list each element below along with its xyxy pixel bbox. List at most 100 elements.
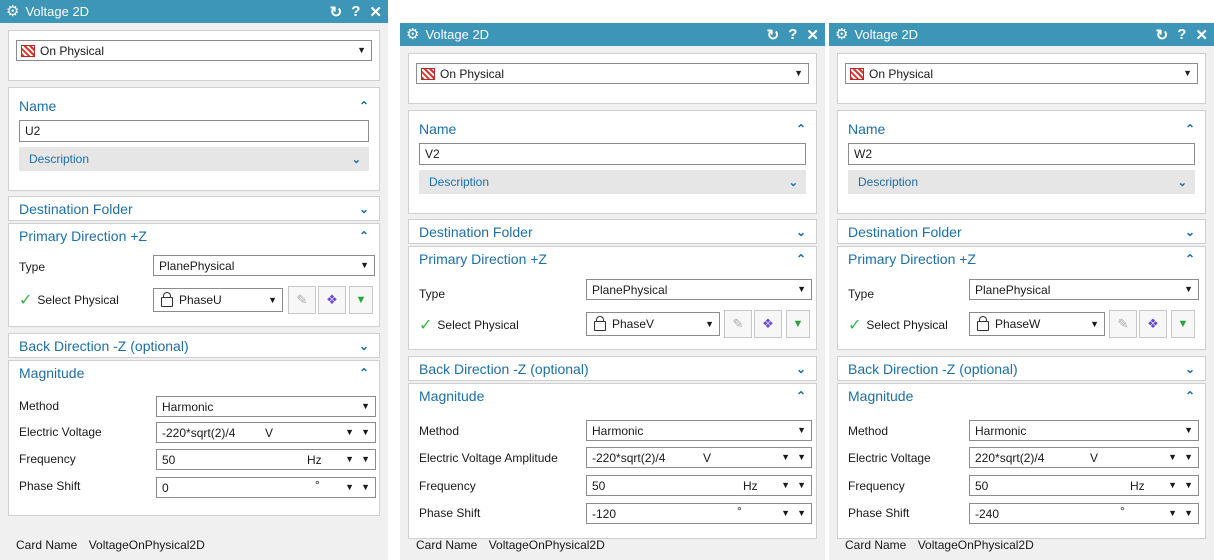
physical-icon	[850, 67, 864, 80]
reset-icon[interactable]: ↻	[767, 26, 780, 44]
chevron-down-icon[interactable]: ▼	[1184, 480, 1193, 490]
name-section-header[interactable]: Name ⌃	[419, 115, 806, 143]
card-name-row: Card Name VoltageOnPhysical2D	[416, 538, 605, 552]
frequency-input[interactable]: 50 Hz ▼ ▼	[586, 475, 812, 496]
chevron-down-icon[interactable]: ▼	[1184, 452, 1193, 462]
on-physical-dropdown[interactable]: On Physical ▼	[16, 40, 372, 61]
chevron-down-icon: ▼	[797, 425, 806, 435]
method-dropdown[interactable]: Harmonic ▼	[156, 396, 376, 417]
name-section-header[interactable]: Name ⌃	[19, 92, 369, 120]
help-icon[interactable]: ?	[788, 26, 797, 43]
expand-options-button[interactable]: ▼	[1171, 310, 1195, 338]
voltage-input[interactable]: -220*sqrt(2)/4 V ▼ ▼	[586, 447, 812, 468]
close-icon[interactable]: ✕	[1195, 26, 1208, 44]
chevron-down-icon[interactable]: ▼	[797, 508, 806, 518]
name-input[interactable]: U2	[19, 120, 369, 142]
chevron-down-icon: ⌄	[358, 339, 369, 353]
type-label: Type	[19, 260, 46, 274]
magnitude-panel: Magnitude ⌃ Method Harmonic ▼ Electric V…	[837, 383, 1206, 539]
unit-dropdown-icon[interactable]: ▼	[781, 452, 790, 462]
chevron-up-icon: ⌃	[1184, 252, 1195, 266]
chevron-down-icon[interactable]: ▼	[797, 452, 806, 462]
magnitude-section-header[interactable]: Magnitude ⌃	[9, 361, 379, 385]
primary-section-header[interactable]: Primary Direction +Z ⌃	[9, 224, 379, 248]
multi-select-button[interactable]: ❖	[318, 286, 346, 314]
destination-section-header[interactable]: Destination Folder ⌄	[409, 220, 816, 244]
physical-dropdown[interactable]: PhaseV ▼	[586, 312, 720, 336]
destination-section-header[interactable]: Destination Folder ⌄	[838, 220, 1205, 244]
name-input[interactable]: W2	[848, 143, 1195, 165]
unit-dropdown-icon[interactable]: ▼	[345, 482, 354, 492]
phase-label: Phase Shift	[19, 479, 81, 493]
type-value: PlanePhysical	[592, 282, 668, 297]
wrench-button[interactable]: ✎	[724, 310, 752, 338]
unit-dropdown-icon[interactable]: ▼	[781, 508, 790, 518]
type-dropdown[interactable]: PlanePhysical ▼	[153, 255, 375, 276]
reset-icon[interactable]: ↻	[330, 3, 343, 21]
on-physical-dropdown[interactable]: On Physical ▼	[845, 63, 1198, 84]
back-section-header[interactable]: Back Direction -Z (optional) ⌄	[838, 357, 1205, 381]
type-dropdown[interactable]: PlanePhysical ▼	[969, 279, 1199, 300]
type-dropdown[interactable]: PlanePhysical ▼	[586, 279, 812, 300]
on-physical-dropdown[interactable]: On Physical ▼	[416, 63, 809, 84]
unit-dropdown-icon[interactable]: ▼	[1168, 452, 1177, 462]
multi-select-button[interactable]: ❖	[754, 310, 782, 338]
lock-icon	[161, 292, 173, 307]
dialog-title: Voltage 2D	[25, 4, 90, 19]
name-input[interactable]: V2	[419, 143, 806, 165]
magnitude-section-header[interactable]: Magnitude ⌃	[409, 384, 816, 408]
unit-dropdown-icon[interactable]: ▼	[781, 480, 790, 490]
chevron-down-icon[interactable]: ▼	[361, 482, 370, 492]
description-expander[interactable]: Description ⌄	[419, 170, 806, 194]
wrench-button[interactable]: ✎	[1109, 310, 1137, 338]
chevron-down-icon: ⌄	[788, 176, 798, 189]
chevron-down-icon: ▼	[1184, 284, 1193, 294]
method-dropdown[interactable]: Harmonic ▼	[586, 420, 812, 441]
unit-dropdown-icon[interactable]: ▼	[345, 427, 354, 437]
chevron-up-icon: ⌃	[1184, 122, 1195, 136]
frequency-unit: Hz	[1130, 479, 1145, 493]
chevron-down-icon[interactable]: ▼	[1184, 508, 1193, 518]
back-section-header[interactable]: Back Direction -Z (optional) ⌄	[409, 357, 816, 381]
frequency-input[interactable]: 50 Hz ▼ ▼	[156, 449, 376, 470]
unit-dropdown-icon[interactable]: ▼	[345, 454, 354, 464]
phase-label: Phase Shift	[848, 506, 910, 520]
name-section-label: Name	[848, 121, 886, 137]
back-section-header[interactable]: Back Direction -Z (optional) ⌄	[9, 334, 379, 358]
chevron-down-icon: ▼	[268, 295, 277, 305]
method-dropdown[interactable]: Harmonic ▼	[969, 420, 1199, 441]
primary-section-header[interactable]: Primary Direction +Z ⌃	[838, 247, 1205, 271]
unit-dropdown-icon[interactable]: ▼	[1168, 508, 1177, 518]
physical-dropdown[interactable]: PhaseU ▼	[153, 288, 283, 312]
help-icon[interactable]: ?	[351, 3, 360, 20]
physical-dropdown[interactable]: PhaseW ▼	[969, 312, 1105, 336]
chevron-down-icon[interactable]: ▼	[361, 454, 370, 464]
help-icon[interactable]: ?	[1177, 26, 1186, 43]
close-icon[interactable]: ✕	[369, 3, 382, 21]
phase-input[interactable]: -120 ° ▼ ▼	[586, 503, 812, 524]
chevron-down-icon[interactable]: ▼	[361, 427, 370, 437]
frequency-input[interactable]: 50 Hz ▼ ▼	[969, 475, 1199, 496]
close-icon[interactable]: ✕	[806, 26, 819, 44]
description-expander[interactable]: Description ⌄	[848, 170, 1195, 194]
name-panel: Name ⌃ W2 Description ⌄	[837, 110, 1206, 214]
destination-section-header[interactable]: Destination Folder ⌄	[9, 197, 379, 221]
phase-input[interactable]: -240 ° ▼ ▼	[969, 503, 1199, 524]
expand-options-button[interactable]: ▼	[786, 310, 810, 338]
phase-input[interactable]: 0 ° ▼ ▼	[156, 477, 376, 498]
unit-dropdown-icon[interactable]: ▼	[1168, 480, 1177, 490]
multi-select-icon: ❖	[762, 316, 774, 331]
primary-section-header[interactable]: Primary Direction +Z ⌃	[409, 247, 816, 271]
multi-select-button[interactable]: ❖	[1139, 310, 1167, 338]
chevron-down-icon[interactable]: ▼	[797, 480, 806, 490]
voltage-input[interactable]: -220*sqrt(2)/4 V ▼ ▼	[156, 422, 376, 443]
wrench-button[interactable]: ✎	[288, 286, 316, 314]
reset-icon[interactable]: ↻	[1156, 26, 1169, 44]
expand-options-button[interactable]: ▼	[349, 286, 373, 314]
voltage-input[interactable]: 220*sqrt(2)/4 V ▼ ▼	[969, 447, 1199, 468]
magnitude-section-header[interactable]: Magnitude ⌃	[838, 384, 1205, 408]
method-value: Harmonic	[162, 399, 214, 414]
voltage-unit: V	[1090, 451, 1099, 465]
description-expander[interactable]: Description ⌄	[19, 147, 369, 171]
name-section-header[interactable]: Name ⌃	[848, 115, 1195, 143]
